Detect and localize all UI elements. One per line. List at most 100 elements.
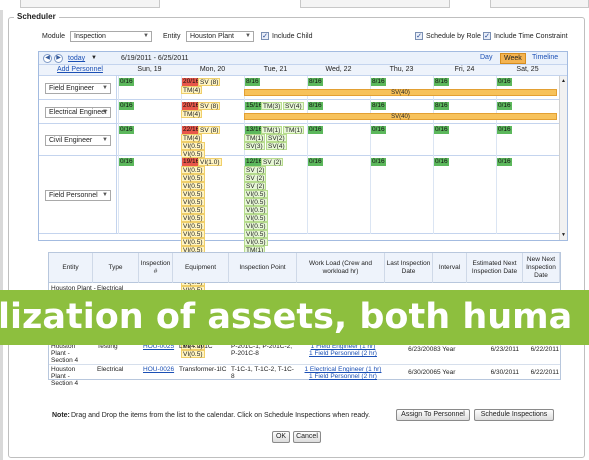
scheduled-task-tag[interactable]: VI(0.5): [244, 230, 268, 238]
scheduled-task-tag[interactable]: SV (2): [244, 174, 267, 182]
inspection-number-link[interactable]: HOU-0026: [143, 366, 175, 373]
workload-link[interactable]: 1 Field Personnel (2 hr): [301, 350, 385, 357]
scheduled-task-tag[interactable]: VI(0.5): [244, 198, 268, 206]
view-day-tab[interactable]: Day: [477, 53, 495, 64]
capacity-count: 0/16: [119, 126, 134, 134]
cancel-button[interactable]: Cancel: [293, 431, 321, 443]
multi-day-task-bar[interactable]: SV(40): [244, 113, 557, 120]
schedule-by-role-checkbox[interactable]: ✓: [415, 32, 423, 40]
day-column-divider: [118, 156, 119, 234]
row-divider: [49, 364, 560, 365]
column-header[interactable]: Estimated Next Inspection Date: [467, 253, 523, 283]
scheduled-task-tag[interactable]: VI(0.5): [181, 214, 205, 222]
column-header[interactable]: Work Load (Crew and workload hr): [297, 253, 385, 283]
scheduled-task-tag[interactable]: SV (8): [198, 126, 221, 134]
workload-link[interactable]: 1 Field Personnel (2 hr): [301, 373, 385, 380]
scheduled-task-tag[interactable]: VI(0.5): [181, 238, 205, 246]
equipment-cell: Transformer-1IC: [179, 366, 227, 373]
scheduled-task-tag[interactable]: VI(0.5): [244, 238, 268, 246]
schedule-inspections-button[interactable]: Schedule Inspections: [474, 409, 554, 421]
include-time-constraint-label: Include Time Constraint: [494, 33, 568, 40]
capacity-count: 0/16: [308, 158, 323, 166]
day-header: Thu, 23: [389, 66, 414, 73]
today-link[interactable]: today: [68, 55, 85, 62]
column-header[interactable]: Equipment: [173, 253, 229, 283]
scheduled-task-tag[interactable]: SV (2): [261, 158, 284, 166]
column-header[interactable]: Inspection Point: [229, 253, 297, 283]
add-personnel-link[interactable]: Add Personnel: [57, 66, 103, 73]
role-cell: Electrical Engineer ▼: [39, 100, 117, 123]
scheduled-task-tag[interactable]: VI(0.5): [181, 198, 205, 206]
scheduled-task-tag[interactable]: VI(1.0): [198, 158, 222, 166]
assign-to-personnel-button[interactable]: Assign To Personnel: [396, 409, 470, 421]
scheduled-task-tag[interactable]: SV(4): [283, 102, 304, 110]
scheduled-task-tag[interactable]: TM(4): [181, 134, 203, 142]
scheduled-task-tag[interactable]: SV (2): [244, 182, 267, 190]
today-chevron-icon[interactable]: ▼: [91, 55, 97, 61]
scroll-down-icon[interactable]: ▼: [561, 232, 566, 238]
scheduled-task-tag[interactable]: TM(3): [261, 102, 283, 110]
chevron-down-icon: ▼: [245, 33, 251, 39]
module-select[interactable]: Inspection ▼: [70, 31, 152, 42]
scheduled-task-tag[interactable]: SV (8): [198, 102, 221, 110]
scheduled-task-tag[interactable]: SV (2): [244, 166, 267, 174]
capacity-count: 0/16: [497, 158, 512, 166]
multi-day-task-bar[interactable]: SV(40): [244, 89, 557, 96]
column-header[interactable]: Interval: [433, 253, 467, 283]
scheduled-task-tag[interactable]: VI(0.5): [181, 174, 205, 182]
workload-link[interactable]: 1 Electrical Engineer (1 hr): [301, 366, 385, 373]
scheduled-task-tag[interactable]: VI(0.5): [181, 142, 205, 150]
scheduled-task-tag[interactable]: SV (8): [198, 78, 221, 86]
day-header: Sun, 19: [137, 66, 162, 73]
scheduled-task-tag[interactable]: TM(1): [261, 126, 283, 134]
day-header: Wed, 22: [325, 66, 352, 73]
scheduled-task-tag[interactable]: VI(0.5): [181, 190, 205, 198]
scroll-up-icon[interactable]: ▲: [561, 78, 566, 84]
role-select[interactable]: Field Engineer ▼: [45, 83, 111, 94]
capacity-count: 8/16: [371, 78, 386, 86]
scheduled-task-tag[interactable]: TM(4): [181, 86, 203, 94]
scheduled-task-tag[interactable]: SV(3): [244, 142, 265, 150]
scheduled-task-tag[interactable]: TM(1): [283, 126, 305, 134]
entity-select[interactable]: Houston Plant ▼: [186, 31, 254, 42]
scheduled-task-tag[interactable]: VI(0.5): [244, 206, 268, 214]
role-select[interactable]: Civil Engineer ▼: [45, 135, 111, 146]
scheduled-task-tag[interactable]: TM(4): [181, 110, 203, 118]
scheduled-task-tag[interactable]: SV(2): [266, 134, 287, 142]
column-header[interactable]: Inspection #: [139, 253, 173, 283]
inspection-point-cell: P-201C-1, P-201C-2, P-201C-8: [231, 343, 293, 357]
view-timeline-tab[interactable]: Timeline: [529, 53, 561, 64]
scheduled-task-tag[interactable]: VI(0.5): [244, 214, 268, 222]
previous-week-button[interactable]: ◀: [43, 54, 52, 63]
include-time-constraint-checkbox[interactable]: ✓: [483, 32, 491, 40]
note-text: Drag and Drop the items from the list to…: [71, 412, 371, 419]
scheduled-task-tag[interactable]: VI(0.5): [181, 230, 205, 238]
scheduled-task-tag[interactable]: VI(0.5): [244, 222, 268, 230]
estimated-next-date: 6/30/2011: [490, 369, 519, 376]
table-header: Entity Type Inspection # Equipment Inspectio…: [49, 253, 560, 283]
column-header[interactable]: Entity: [49, 253, 93, 283]
ok-button[interactable]: OK: [272, 431, 290, 443]
calendar-row: Field Engineer ▼ 0/16 20/16 8/16 8/16 8/16 8/16…: [39, 76, 567, 100]
scheduled-task-tag[interactable]: SV(4): [266, 142, 287, 150]
scheduled-task-tag[interactable]: VI(0.5): [181, 206, 205, 214]
include-child-checkbox[interactable]: ✓: [261, 32, 269, 40]
day-header: Sat, 25: [516, 66, 539, 73]
next-week-button[interactable]: ▶: [54, 54, 63, 63]
column-header[interactable]: Type: [93, 253, 139, 283]
estimated-next-date: 6/23/2011: [490, 346, 519, 353]
view-week-tab[interactable]: Week: [500, 53, 526, 64]
role-select[interactable]: Field Personnel ▼: [45, 190, 111, 201]
scheduled-task-tag[interactable]: TM(1): [244, 134, 266, 142]
capacity-count: 0/16: [434, 126, 449, 134]
column-header[interactable]: New Next Inspection Date: [523, 253, 560, 283]
banner-text: lization of assets, both huma: [0, 297, 573, 337]
calendar-vertical-scrollbar[interactable]: ▲ ▼: [559, 76, 567, 240]
capacity-count: 8/16: [245, 78, 260, 86]
role-select[interactable]: Electrical Engineer ▼: [45, 107, 111, 118]
scheduled-task-tag[interactable]: VI(0.5): [181, 182, 205, 190]
column-header[interactable]: Last Inspection Date: [385, 253, 433, 283]
scheduled-task-tag[interactable]: VI(0.5): [181, 222, 205, 230]
scheduled-task-tag[interactable]: VI(0.5): [244, 190, 268, 198]
scheduled-task-tag[interactable]: VI(0.5): [181, 166, 205, 174]
